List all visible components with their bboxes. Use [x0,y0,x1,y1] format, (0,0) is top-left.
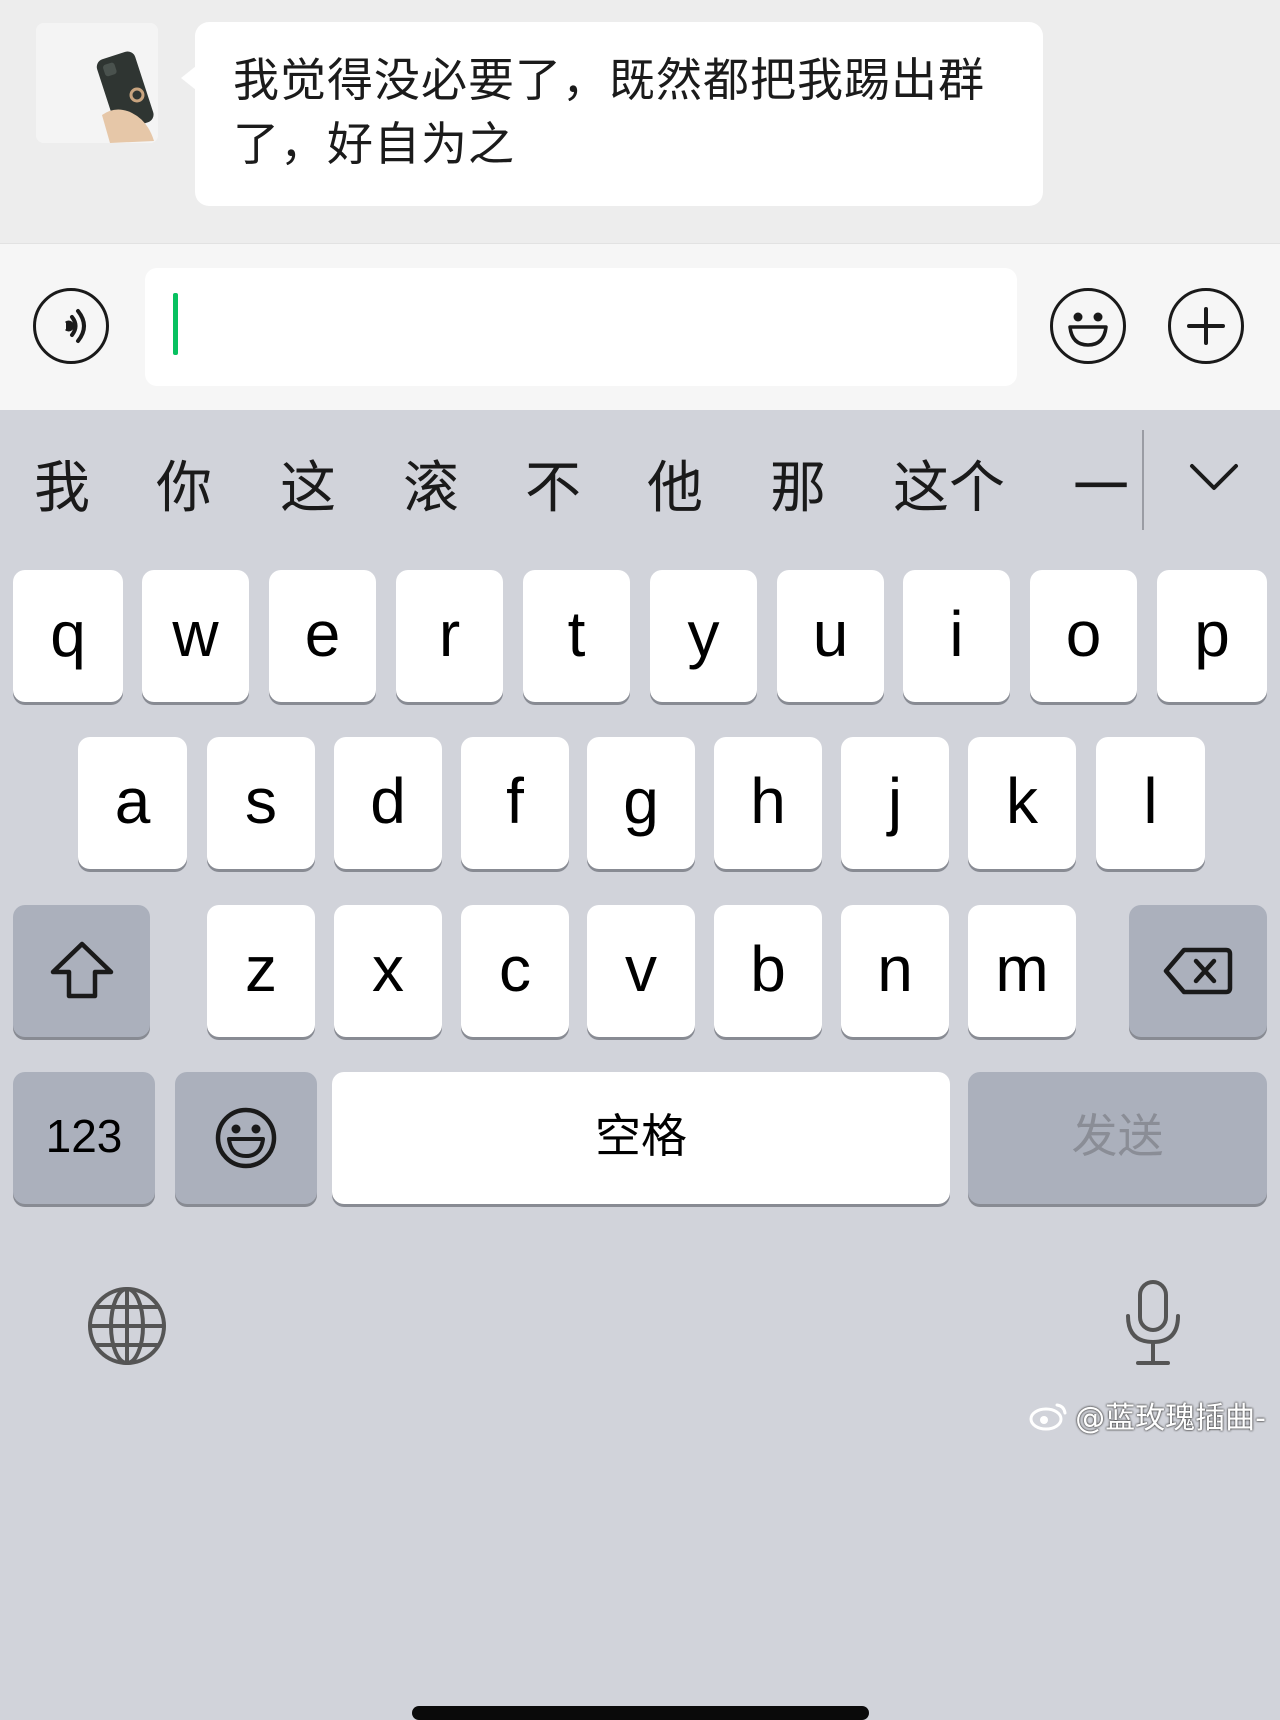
key-w[interactable]: w [142,570,249,702]
emoji-icon [215,1107,277,1169]
globe-icon[interactable] [86,1285,168,1367]
shift-icon [50,941,113,999]
key-o[interactable]: o [1030,570,1137,702]
keyboard: 我 你 这 滚 不 他 那 这个 一 q w e r t y u i o p a… [0,410,1280,1720]
plus-icon [1187,307,1225,345]
space-key[interactable]: 空格 [332,1072,950,1204]
candidate-item[interactable]: 他 [647,454,703,524]
key-i[interactable]: i [903,570,1010,702]
numbers-key[interactable]: 123 [13,1072,155,1204]
message-bubble[interactable]: 我觉得没必要了，既然都把我踢出群了，好自为之 [181,22,1043,206]
key-f[interactable]: f [461,737,569,869]
weibo-logo-icon [1029,1403,1067,1431]
key-v[interactable]: v [587,905,695,1037]
emoji-button[interactable] [1050,288,1126,364]
more-button[interactable] [1168,288,1244,364]
home-indicator [412,1706,869,1720]
candidate-item[interactable]: 这个 [893,454,1005,524]
candidate-item[interactable]: 那 [770,454,826,524]
chat-area: 我觉得没必要了，既然都把我踢出群了，好自为之 [0,0,1280,243]
watermark-text: @蓝玫瑰插曲- [1075,1401,1266,1436]
text-caret [173,293,178,355]
emoji-keyboard-key[interactable] [175,1072,317,1204]
key-z[interactable]: z [207,905,315,1037]
chat-input-bar [0,243,1280,410]
candidate-bar: 我 你 这 滚 不 他 那 这个 一 [0,410,1280,560]
emoji-icon [1068,312,1108,347]
key-c[interactable]: c [461,905,569,1037]
key-g[interactable]: g [587,737,695,869]
candidate-item[interactable]: 滚 [403,454,459,524]
key-q[interactable]: q [13,570,123,702]
key-j[interactable]: j [841,737,949,869]
contact-avatar[interactable] [36,23,158,143]
key-l[interactable]: l [1096,737,1205,869]
watermark: @蓝玫瑰插曲- [1029,1393,1266,1437]
candidate-item[interactable]: 一 [1073,454,1129,524]
candidate-item[interactable]: 我 [34,454,90,524]
send-key[interactable]: 发送 [968,1072,1267,1204]
backspace-key[interactable] [1129,905,1267,1037]
key-b[interactable]: b [714,905,822,1037]
shift-key[interactable] [13,905,150,1037]
key-p[interactable]: p [1157,570,1267,702]
key-h[interactable]: h [714,737,822,869]
voice-icon [65,309,86,343]
candidate-item[interactable]: 不 [525,454,581,524]
key-s[interactable]: s [207,737,315,869]
voice-button[interactable] [33,288,109,364]
key-e[interactable]: e [269,570,376,702]
message-input[interactable] [145,268,1017,386]
key-a[interactable]: a [78,737,187,869]
key-n[interactable]: n [841,905,949,1037]
key-d[interactable]: d [334,737,442,869]
key-y[interactable]: y [650,570,757,702]
key-x[interactable]: x [334,905,442,1037]
key-t[interactable]: t [523,570,630,702]
message-text: 我觉得没必要了，既然都把我踢出群了，好自为之 [233,53,985,171]
key-k[interactable]: k [968,737,1076,869]
key-m[interactable]: m [968,905,1076,1037]
backspace-icon [1163,947,1233,995]
key-u[interactable]: u [777,570,884,702]
candidate-item[interactable]: 这 [280,454,336,524]
candidate-item[interactable]: 你 [156,454,212,524]
key-r[interactable]: r [396,570,503,702]
microphone-icon[interactable] [1120,1278,1186,1368]
chevron-down-icon[interactable] [1186,458,1242,498]
candidate-divider [1142,430,1144,530]
